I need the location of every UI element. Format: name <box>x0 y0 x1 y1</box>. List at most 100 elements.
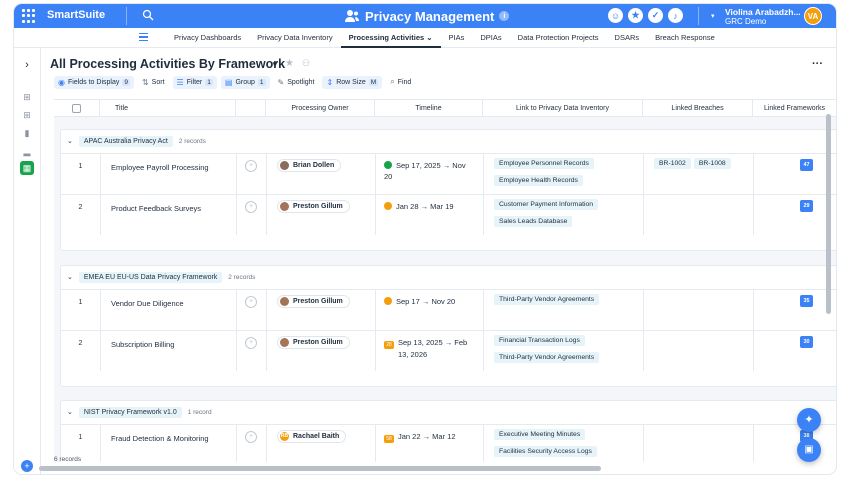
find-button[interactable]: ⌕ Find <box>386 76 415 89</box>
linked-record-tag[interactable]: Financial Transaction Logs <box>494 335 585 346</box>
column-timeline[interactable]: Timeline <box>375 100 483 117</box>
group-header[interactable]: ⌄ NIST Privacy Framework v1.0 1 record <box>67 406 212 418</box>
linked-record-tag[interactable]: Third-Party Vendor Agreements <box>494 352 600 363</box>
chevron-right-icon[interactable]: › <box>22 60 32 71</box>
collapse-chevron-icon[interactable]: ⌄ <box>67 273 73 281</box>
table-row[interactable]: 2 Subscription Billing + Preston Gillum … <box>61 330 836 371</box>
comment-cell[interactable]: + <box>237 154 267 194</box>
view-title[interactable]: All Processing Activities By Framework <box>50 57 285 71</box>
group-header[interactable]: ⌄ EMEA EU EU-US Data Privacy Framework 2… <box>67 271 255 283</box>
frameworks-cell[interactable]: 30 <box>754 331 836 371</box>
frameworks-cell[interactable]: 29 <box>754 195 836 235</box>
more-options-icon[interactable]: ··· <box>812 58 823 70</box>
tab-dpias[interactable]: DPIAs <box>472 28 509 48</box>
spotlight-button[interactable]: ✎ Spotlight <box>274 76 319 89</box>
owner-cell[interactable]: Preston Gillum <box>267 331 376 371</box>
frameworks-cell[interactable]: 47 <box>754 154 836 194</box>
bell-icon[interactable]: ♪ <box>668 8 683 23</box>
grid-view-icon[interactable]: ⊞ <box>22 92 32 102</box>
collapse-chevron-icon[interactable]: ⌄ <box>67 137 73 145</box>
comment-icon[interactable]: + <box>245 201 257 213</box>
tab-dsars[interactable]: DSARs <box>607 28 648 48</box>
linked-record-tag[interactable]: Customer Payment Information <box>494 199 599 210</box>
record-title[interactable]: Vendor Due Diligence <box>101 290 237 330</box>
table-row[interactable]: 1 Employee Payroll Processing + Brian Do… <box>61 153 836 194</box>
linked-records-cell[interactable]: Third-Party Vendor Agreements <box>484 290 644 330</box>
linked-records-cell[interactable]: Employee Personnel Records Employee Healt… <box>484 154 644 194</box>
tab-pias[interactable]: PIAs <box>441 28 473 48</box>
owner-pill[interactable]: Preston Gillum <box>277 200 350 213</box>
column-linked-breaches[interactable]: Linked Breaches <box>643 100 753 117</box>
record-title[interactable]: Fraud Detection & Monitoring <box>101 425 237 462</box>
owner-pill[interactable]: Preston Gillum <box>277 336 350 349</box>
collapse-chevron-icon[interactable]: ⌄ <box>67 408 73 416</box>
tab-breach-response[interactable]: Breach Response <box>647 28 723 48</box>
table-view-icon[interactable]: ▦ <box>20 161 34 175</box>
record-title[interactable]: Subscription Billing <box>101 331 237 371</box>
linked-record-tag[interactable]: Facilities Security Access Logs <box>494 446 597 457</box>
chart-view-icon[interactable]: ▂ <box>22 146 32 156</box>
row-size-button[interactable]: ⇕ Row Size M <box>322 75 383 89</box>
timeline-cell[interactable]: Jan 28 → Mar 19 <box>376 195 484 235</box>
view-chevron-icon[interactable]: ▼ <box>271 60 279 69</box>
comment-cell[interactable]: + <box>237 331 267 371</box>
timeline-cell[interactable]: 58 Jan 22 → Mar 12 <box>376 425 484 462</box>
column-processing-owner[interactable]: Processing Owner <box>266 100 375 117</box>
framework-count-badge[interactable]: 35 <box>800 295 813 307</box>
linked-record-tag[interactable]: Employee Personnel Records <box>494 158 594 169</box>
tab-processing-activities[interactable]: Processing Activities ⌄ <box>340 28 441 48</box>
owner-pill[interactable]: RB Rachael Baith <box>277 430 347 443</box>
linked-records-cell[interactable]: Executive Meeting Minutes Facilities Secu… <box>484 425 644 462</box>
owner-pill[interactable]: Brian Dollen <box>277 159 342 172</box>
breaches-cell[interactable] <box>644 425 754 462</box>
record-title[interactable]: Employee Payroll Processing <box>101 154 237 194</box>
table-row[interactable]: 2 Product Feedback Surveys + Preston Gil… <box>61 194 836 235</box>
share-icon[interactable]: ⚇ <box>302 58 310 69</box>
solution-header[interactable]: Privacy Management i <box>344 6 510 26</box>
linked-records-cell[interactable]: Financial Transaction Logs Third-Party Ve… <box>484 331 644 371</box>
frameworks-cell[interactable]: 35 <box>754 290 836 330</box>
user-avatar[interactable]: VA <box>804 7 822 25</box>
kanban-view-icon[interactable]: ▮ <box>22 128 32 138</box>
comment-cell[interactable]: + <box>237 195 267 235</box>
framework-count-badge[interactable]: 47 <box>800 159 813 171</box>
owner-cell[interactable]: RB Rachael Baith <box>267 425 376 462</box>
framework-count-badge[interactable]: 29 <box>800 200 813 212</box>
group-button[interactable]: ▤ Group 1 <box>220 75 270 89</box>
breaches-cell[interactable] <box>644 331 754 371</box>
horizontal-scrollbar[interactable] <box>39 466 601 471</box>
comment-icon[interactable]: + <box>245 160 257 172</box>
breaches-cell[interactable]: BR-1002 BR-1008 <box>644 154 754 194</box>
tab-data-protection-projects[interactable]: Data Protection Projects <box>510 28 607 48</box>
ai-assistant-button[interactable]: ✦ <box>797 408 821 432</box>
vertical-scrollbar[interactable] <box>826 114 831 314</box>
search-icon[interactable] <box>142 9 154 21</box>
add-view-icon[interactable]: + <box>21 460 33 472</box>
linked-record-tag[interactable]: Executive Meeting Minutes <box>494 429 586 440</box>
comment-cell[interactable]: + <box>237 425 267 462</box>
breach-tag[interactable]: BR-1002 <box>654 158 691 169</box>
column-linked-frameworks[interactable]: Linked Frameworks <box>753 100 836 117</box>
workspace-chevron-icon[interactable]: ▾ <box>711 12 715 20</box>
user-menu[interactable]: Violina Arabadzh... GRC Demo <box>725 7 801 27</box>
select-all-checkbox[interactable] <box>54 100 100 117</box>
owner-cell[interactable]: Preston Gillum <box>267 290 376 330</box>
breaches-cell[interactable] <box>644 195 754 235</box>
comment-icon[interactable]: + <box>245 337 257 349</box>
owner-cell[interactable]: Preston Gillum <box>267 195 376 235</box>
linked-records-cell[interactable]: Customer Payment Information Sales Leads … <box>484 195 644 235</box>
column-title[interactable]: Title <box>100 100 236 117</box>
fields-to-display-button[interactable]: ◉ Fields to Display 9 <box>54 75 134 89</box>
brand-logo[interactable]: SmartSuite <box>47 9 105 21</box>
menu-icon[interactable] <box>139 33 148 41</box>
table-row[interactable]: 1 Vendor Due Diligence + Preston Gillum … <box>61 289 836 330</box>
owner-cell[interactable]: Brian Dollen <box>267 154 376 194</box>
favorite-star-icon[interactable]: ★ <box>285 58 294 69</box>
timeline-cell[interactable]: Sep 17, 2025 → Nov 20 <box>376 154 484 194</box>
breach-tag[interactable]: BR-1008 <box>693 158 731 169</box>
check-icon[interactable]: ✓ <box>648 8 663 23</box>
filter-button[interactable]: ☰ Filter 1 <box>172 75 217 89</box>
timeline-cell[interactable]: 28 Sep 13, 2025 → Feb 13, 2026 <box>376 331 484 371</box>
frameworks-cell[interactable]: 38 <box>754 425 836 462</box>
tab-privacy-dashboards[interactable]: Privacy Dashboards <box>166 28 249 48</box>
